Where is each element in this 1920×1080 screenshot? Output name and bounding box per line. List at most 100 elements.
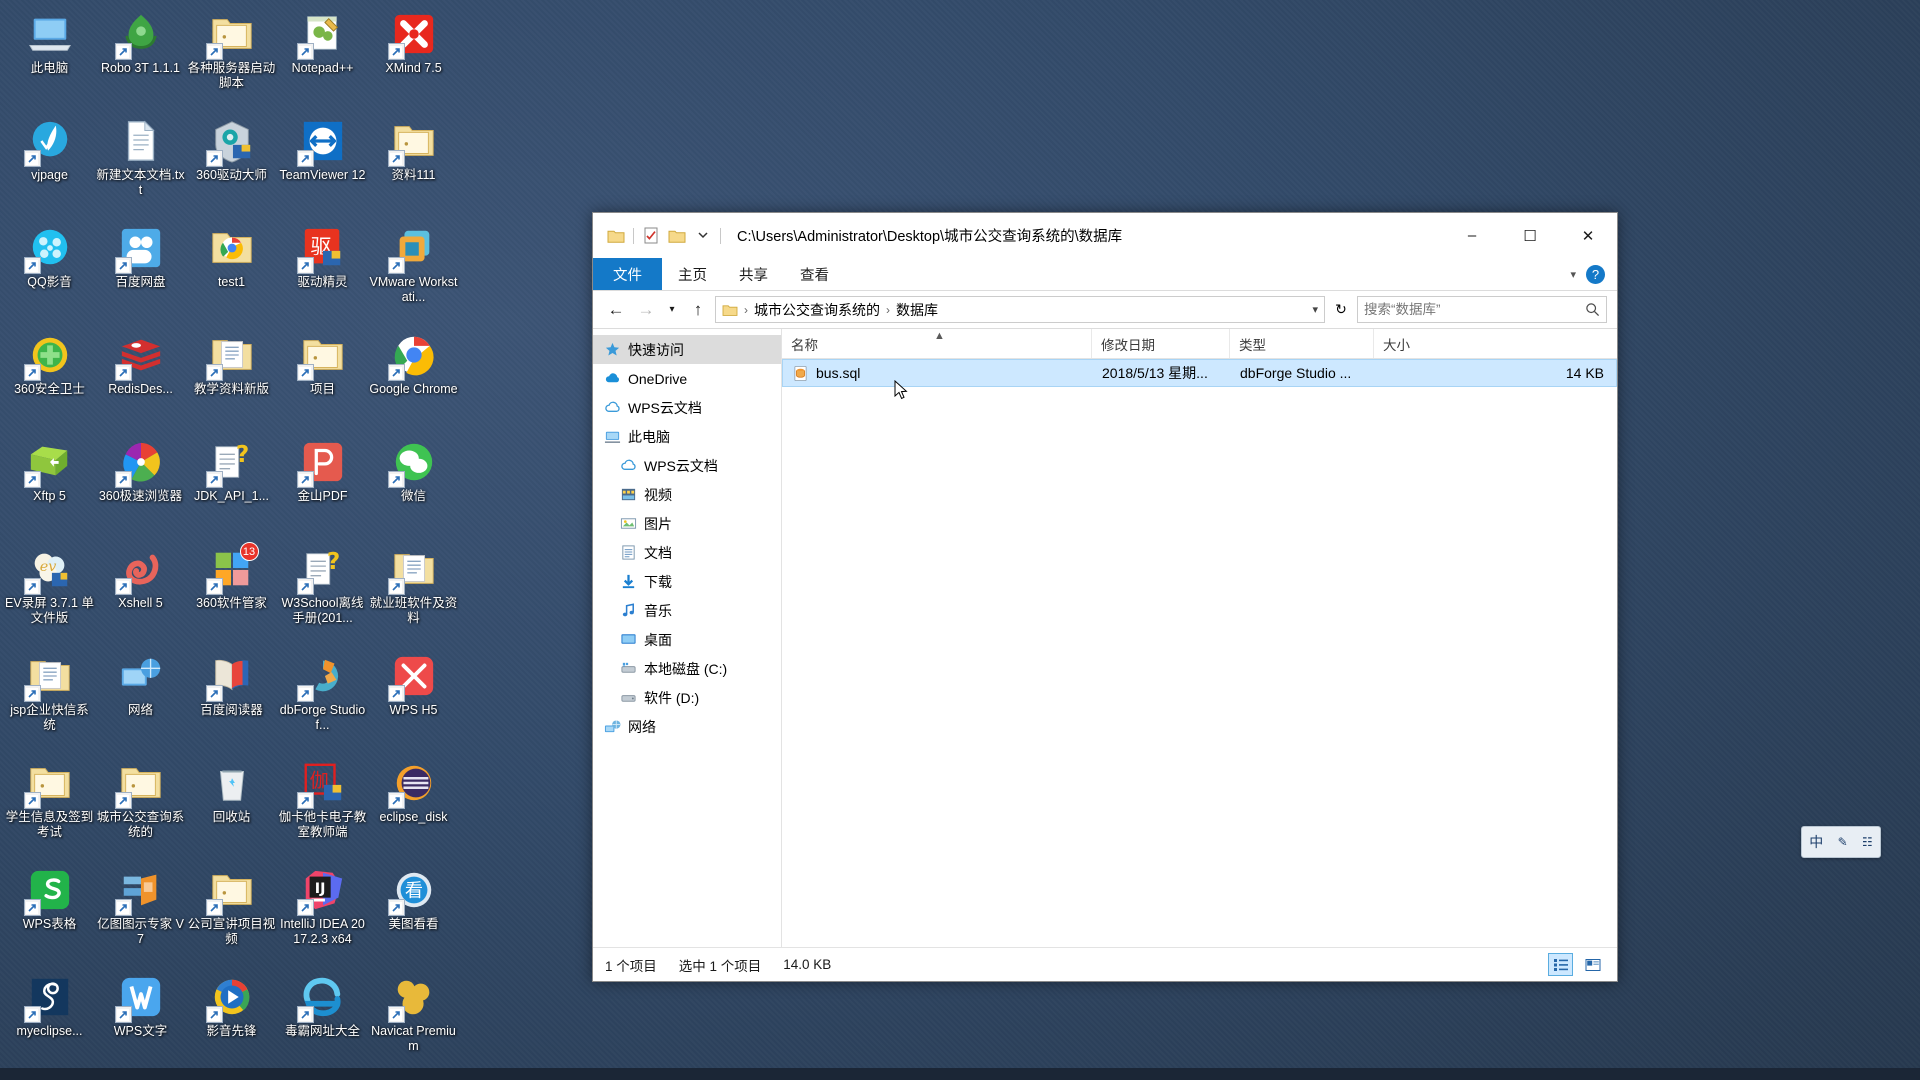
maximize-button[interactable]: ☐ xyxy=(1501,213,1559,258)
desktop-icon-folder-icon[interactable]: 城市公交查询系统的 xyxy=(95,755,186,862)
desktop-icon-chm-help-icon[interactable]: ? JDK_API_1... xyxy=(186,434,277,541)
nav-item-wps-cloud[interactable]: WPS云文档 xyxy=(593,393,781,422)
nav-item-network[interactable]: 网络 xyxy=(593,712,781,741)
breadcrumb-item-1[interactable]: 数据库 xyxy=(896,300,938,320)
tab-home[interactable]: 主页 xyxy=(662,258,723,290)
desktop-icon-wps-writer-icon[interactable]: WPS文字 xyxy=(95,969,186,1076)
desktop-icon-xmind-icon[interactable]: XMind 7.5 xyxy=(368,6,459,113)
recent-locations-chevron-down-icon[interactable]: ▾ xyxy=(663,297,681,323)
desktop-icon-kingsoft-pdf-icon[interactable]: 金山PDF xyxy=(277,434,368,541)
desktop-icon-robo3t-icon[interactable]: Robo 3T 1.1.1 xyxy=(95,6,186,113)
desktop-icon-driver-master-icon[interactable]: 360驱动大师 xyxy=(186,113,277,220)
desktop-icon-recycle-bin-icon[interactable]: 回收站 xyxy=(186,755,277,862)
desktop-icon-wps-sheet-icon[interactable]: WPS表格 xyxy=(4,862,95,969)
up-button[interactable]: ↑ xyxy=(685,297,711,323)
column-header-name[interactable]: 名称 ▲ xyxy=(782,329,1092,358)
desktop-icon-eclipse-icon[interactable]: eclipse_disk xyxy=(368,755,459,862)
desktop-icon-qqplayer-icon[interactable]: QQ影音 xyxy=(4,220,95,327)
nav-item-star[interactable]: 快速访问 xyxy=(593,335,781,364)
desktop-icon-360safe-icon[interactable]: 360安全卫士 xyxy=(4,327,95,434)
folder-icon[interactable] xyxy=(603,223,629,249)
desktop-icon-wps-h5-icon[interactable]: WPS H5 xyxy=(368,648,459,755)
desktop-icon-folder-icon[interactable]: 项目 xyxy=(277,327,368,434)
desktop-icon-meitu-viewer-icon[interactable]: 看美图看看 xyxy=(368,862,459,969)
close-button[interactable]: ✕ xyxy=(1559,213,1617,258)
desktop-icon-drivergenius-icon[interactable]: 驱驱动精灵 xyxy=(277,220,368,327)
nav-item-picture[interactable]: 图片 xyxy=(593,509,781,538)
tab-view[interactable]: 查看 xyxy=(784,258,845,290)
desktop-icon-folder-chrome-icon[interactable]: test1 xyxy=(186,220,277,327)
new-folder-icon[interactable] xyxy=(664,223,690,249)
desktop-icon-baidu-netdisk-icon[interactable]: 百度网盘 xyxy=(95,220,186,327)
desktop-icon-teamviewer-icon[interactable]: TeamViewer 12 xyxy=(277,113,368,220)
ime-toolbox-icon[interactable]: ☷ xyxy=(1862,836,1873,848)
refresh-button[interactable]: ↻ xyxy=(1329,297,1353,323)
search-box[interactable] xyxy=(1357,296,1607,323)
desktop-icon-chm-help-icon[interactable]: ? W3School离线手册(201... xyxy=(277,541,368,648)
desktop-icon-edraw-icon[interactable]: 亿图图示专家 V7 xyxy=(95,862,186,969)
column-header-date[interactable]: 修改日期 xyxy=(1092,329,1230,358)
forward-button[interactable]: → xyxy=(633,297,659,323)
nav-item-local-disk[interactable]: 本地磁盘 (C:) xyxy=(593,654,781,683)
desktop-icon-vmware-icon[interactable]: VMware Workstati... xyxy=(368,220,459,327)
properties-icon[interactable] xyxy=(638,223,664,249)
desktop-icon-xfplay-icon[interactable]: 影音先锋 xyxy=(186,969,277,1076)
desktop-icon-ie-icon[interactable]: 毒霸网址大全 xyxy=(277,969,368,1076)
desktop-icon-wechat-icon[interactable]: 微信 xyxy=(368,434,459,541)
desktop-icon-dbforge-icon[interactable]: dbForge Studio f... xyxy=(277,648,368,755)
desktop-background[interactable]: 此电脑 Robo 3T 1.1.1 各种服务器启动脚本 Notepad++ XMind … xyxy=(0,0,1920,1080)
column-header-type[interactable]: 类型 xyxy=(1230,329,1374,358)
desktop-icon-intellij-icon[interactable]: IJ IntelliJ IDEA 2017.2.3 x64 xyxy=(277,862,368,969)
nav-item-music[interactable]: 音乐 xyxy=(593,596,781,625)
help-icon[interactable]: ? xyxy=(1586,264,1605,284)
nav-item-download[interactable]: 下载 xyxy=(593,567,781,596)
nav-item-disk[interactable]: 软件 (D:) xyxy=(593,683,781,712)
file-list-pane[interactable]: 名称 ▲ 修改日期 类型 大小 bus.sql 2018/5/13 星期... db… xyxy=(782,329,1617,947)
desktop-icon-text-file-icon[interactable]: 新建文本文档.txt xyxy=(95,113,186,220)
desktop-icon-redis-icon[interactable]: RedisDes... xyxy=(95,327,186,434)
minimize-button[interactable]: – xyxy=(1443,213,1501,258)
desktop-icon-myeclipse-icon[interactable]: myeclipse... xyxy=(4,969,95,1076)
desktop-icon-360soft-icon[interactable]: 13 360软件管家 xyxy=(186,541,277,648)
desktop-icon-jiakataka-icon[interactable]: 伽伽卡他卡电子教室教师端 xyxy=(277,755,368,862)
expand-ribbon-chevron-down-icon[interactable]: ▾ xyxy=(1570,268,1576,281)
desktop-icon-notepadpp-icon[interactable]: Notepad++ xyxy=(277,6,368,113)
desktop-icon-folder-icon[interactable]: 学生信息及签到考试 xyxy=(4,755,95,862)
details-view-icon[interactable] xyxy=(1548,953,1573,976)
desktop-icon-folder-doc-icon[interactable]: 教学资料新版 xyxy=(186,327,277,434)
desktop-icon-baidu-reader-icon[interactable]: 百度阅读器 xyxy=(186,648,277,755)
nav-item-computer[interactable]: 此电脑 xyxy=(593,422,781,451)
address-dropdown-chevron-down-icon[interactable]: ▾ xyxy=(1306,303,1318,316)
desktop-icon-navicat-icon[interactable]: Navicat Premium xyxy=(368,969,459,1076)
large-icons-view-icon[interactable] xyxy=(1580,953,1605,976)
desktop-icon-folder-doc-icon[interactable]: 就业班软件及资料 xyxy=(368,541,459,648)
nav-item-wps-cloud[interactable]: WPS云文档 xyxy=(593,451,781,480)
file-name-cell[interactable]: bus.sql xyxy=(783,365,1093,382)
tab-share[interactable]: 共享 xyxy=(723,258,784,290)
ime-mode-label[interactable]: 中 xyxy=(1809,835,1823,849)
nav-item-documents[interactable]: 文档 xyxy=(593,538,781,567)
desktop-icon-xftp-icon[interactable]: Xftp 5 xyxy=(4,434,95,541)
column-header-size[interactable]: 大小 xyxy=(1374,329,1617,358)
tab-file[interactable]: 文件 xyxy=(593,258,662,290)
desktop-icon-ev-recorder-icon[interactable]: ev EV录屏 3.7.1 单文件版 xyxy=(4,541,95,648)
nav-item-desktop[interactable]: 桌面 xyxy=(593,625,781,654)
breadcrumb-item-0[interactable]: 城市公交查询系统的 xyxy=(754,300,880,320)
ime-pen-icon[interactable]: ✎ xyxy=(1838,836,1848,848)
customize-qat-chevron-down-icon[interactable] xyxy=(690,223,716,249)
desktop-icon-vjpage-icon[interactable]: vjpage xyxy=(4,113,95,220)
back-button[interactable]: ← xyxy=(603,297,629,323)
breadcrumb[interactable]: › 城市公交查询系统的 › 数据库 ▾ xyxy=(715,296,1325,323)
desktop-icon-chrome-icon[interactable]: Google Chrome xyxy=(368,327,459,434)
desktop-icon-folder-icon[interactable]: 各种服务器启动脚本 xyxy=(186,6,277,113)
desktop-icon-xshell-icon[interactable]: Xshell 5 xyxy=(95,541,186,648)
taskbar[interactable] xyxy=(0,1068,1920,1080)
nav-item-onedrive[interactable]: OneDrive xyxy=(593,364,781,393)
nav-item-video[interactable]: 视频 xyxy=(593,480,781,509)
desktop-icon-computer-icon[interactable]: 此电脑 xyxy=(4,6,95,113)
ime-tray[interactable]: 中 ✎ ☷ xyxy=(1801,826,1881,858)
desktop-icon-folder-icon[interactable]: 资料111 xyxy=(368,113,459,220)
desktop-icon-360browser-icon[interactable]: 360极速浏览器 xyxy=(95,434,186,541)
explorer-title-bar[interactable]: C:\Users\Administrator\Desktop\城市公交查询系统的… xyxy=(593,213,1617,258)
desktop-icon-network-icon[interactable]: 网络 xyxy=(95,648,186,755)
